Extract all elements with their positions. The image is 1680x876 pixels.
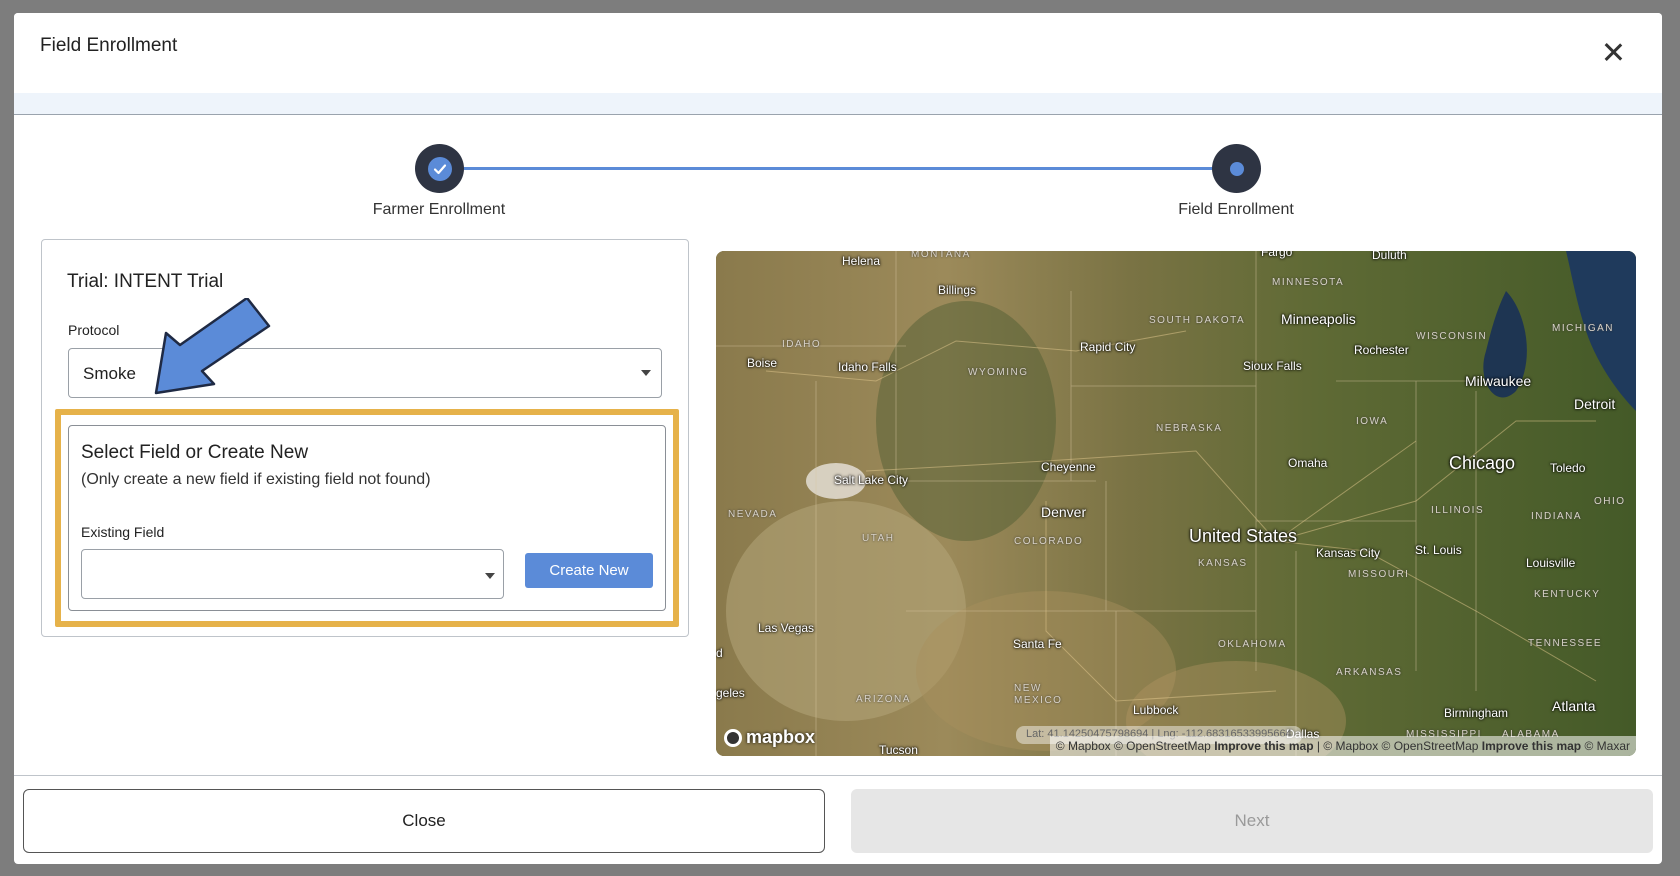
- map-label: Minneapolis: [1281, 311, 1356, 327]
- map-label: ARKANSAS: [1336, 667, 1403, 678]
- map-label: ARIZONA: [856, 694, 911, 705]
- existing-field-select[interactable]: [81, 549, 504, 599]
- map-label: Santa Fe: [1013, 637, 1062, 651]
- map-label: IOWA: [1356, 416, 1389, 427]
- map-label: WYOMING: [968, 367, 1029, 378]
- header-band: [14, 93, 1662, 115]
- map-label: Las Vegas: [758, 621, 815, 635]
- map-label: MICHIGAN: [1552, 323, 1614, 334]
- attribution-text: © Maxar: [1581, 739, 1630, 753]
- map-label: Rapid City: [1080, 340, 1136, 354]
- map-label: MISSOURI: [1348, 569, 1410, 580]
- protocol-value: Smoke: [83, 364, 136, 383]
- chevron-down-icon: [485, 573, 495, 579]
- active-step-icon: [1229, 161, 1244, 176]
- map-label: SOUTH DAKOTA: [1149, 315, 1246, 326]
- map-label: MONTANA: [911, 251, 971, 260]
- step-label-farmer-enrollment: Farmer Enrollment: [372, 201, 506, 218]
- satellite-imagery: [716, 251, 1636, 756]
- map-label: Atlanta: [1552, 698, 1596, 714]
- map-label: Sioux Falls: [1243, 359, 1302, 373]
- attribution-text: | © Mapbox © OpenStreetMap: [1313, 739, 1482, 753]
- select-field-subtitle: (Only create a new field if existing fie…: [81, 471, 431, 488]
- map-label: ILLINOIS: [1431, 505, 1485, 516]
- map-label: UTAH: [862, 533, 895, 544]
- existing-field-label: Existing Field: [81, 524, 165, 540]
- map-label: OKLAHOMA: [1218, 639, 1287, 650]
- map-label: d: [716, 646, 723, 660]
- map-label: Tucson: [879, 743, 918, 756]
- map-label: NEBRASKA: [1156, 423, 1223, 434]
- map-label: Helena: [842, 254, 881, 268]
- step-farmer-enrollment-dot: [415, 144, 464, 193]
- map-view[interactable]: Helena MONTANA Fargo Duluth Billings MIN…: [716, 251, 1636, 756]
- map-label: Salt Lake City: [834, 473, 909, 487]
- mapbox-logo: mapbox: [724, 727, 815, 748]
- map-label: Boise: [747, 356, 778, 370]
- create-new-button[interactable]: Create New: [525, 553, 653, 588]
- mapbox-logo-text: mapbox: [746, 727, 816, 747]
- map-label: geles: [716, 686, 745, 700]
- improve-map-link[interactable]: Improve this map: [1482, 739, 1581, 753]
- field-enrollment-modal: Field Enrollment Farmer Enrollment Field…: [14, 13, 1662, 864]
- chevron-down-icon: [641, 370, 651, 376]
- map-label: COLORADO: [1014, 536, 1084, 547]
- map-label: Birmingham: [1444, 706, 1509, 720]
- map-label: Cheyenne: [1041, 460, 1096, 474]
- map-label: Fargo: [1261, 251, 1293, 259]
- map-label: OHIO: [1594, 496, 1626, 507]
- map-label: Chicago: [1449, 453, 1516, 473]
- map-label: TENNESSEE: [1528, 638, 1603, 649]
- map-label: WISCONSIN: [1416, 331, 1488, 342]
- map-label: St. Louis: [1415, 543, 1462, 557]
- map-label: NEW MEXICO: [1014, 683, 1063, 706]
- map-label: Detroit: [1574, 396, 1616, 412]
- map-label: NEVADA: [728, 509, 778, 520]
- select-field-title: Select Field or Create New: [81, 442, 309, 463]
- mapbox-logo-icon: [724, 728, 742, 747]
- close-icon[interactable]: [1600, 39, 1626, 65]
- close-button[interactable]: Close: [23, 789, 825, 853]
- map-label: United States: [1189, 526, 1298, 546]
- map-label: Idaho Falls: [838, 360, 897, 374]
- map-label: Duluth: [1372, 251, 1407, 262]
- step-label-field-enrollment: Field Enrollment: [1178, 201, 1294, 218]
- arrow-annotation-icon: [154, 298, 271, 395]
- trial-title: Trial: INTENT Trial: [67, 271, 224, 292]
- attribution-text: © Mapbox © OpenStreetMap: [1055, 739, 1215, 753]
- step-field-enrollment-dot: [1212, 144, 1261, 193]
- map-label: Toledo: [1550, 461, 1586, 475]
- map-label: Billings: [938, 283, 977, 297]
- map-label: KANSAS: [1198, 558, 1248, 569]
- map-label: Louisville: [1526, 556, 1576, 570]
- protocol-label: Protocol: [68, 322, 120, 338]
- map-label: INDIANA: [1531, 511, 1583, 522]
- modal-title: Field Enrollment: [40, 35, 178, 56]
- map-label: Kansas City: [1316, 546, 1381, 560]
- map-attribution: © Mapbox © OpenStreetMap Improve this ma…: [1049, 736, 1636, 756]
- map-label: MINNESOTA: [1272, 277, 1345, 288]
- map-label: Lubbock: [1133, 703, 1179, 717]
- map-label: Denver: [1041, 504, 1087, 520]
- next-button[interactable]: Next: [851, 789, 1653, 853]
- map-label: Omaha: [1288, 456, 1328, 470]
- map-label: IDAHO: [782, 339, 822, 350]
- map-label: Rochester: [1354, 343, 1409, 357]
- check-icon: [427, 156, 452, 181]
- modal-header: Field Enrollment: [14, 13, 1662, 93]
- improve-map-link[interactable]: Improve this map: [1214, 739, 1313, 753]
- stepper-line: [439, 167, 1239, 170]
- select-field-card: Select Field or Create New (Only create …: [68, 425, 666, 611]
- map-label: KENTUCKY: [1534, 589, 1601, 600]
- map-label: Milwaukee: [1465, 373, 1532, 389]
- footer-divider: [14, 775, 1662, 776]
